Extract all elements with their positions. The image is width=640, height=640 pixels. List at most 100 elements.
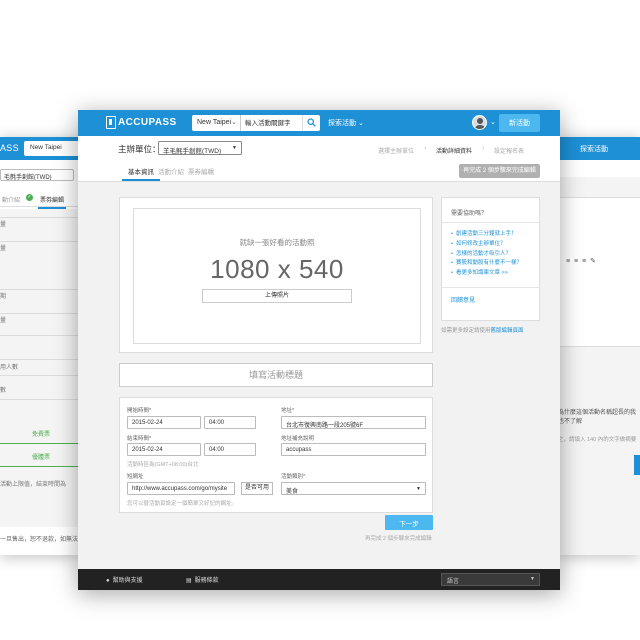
help-card: 需要協助嗎？ 創建活動三分鐘就上手！ 如何修改主辦單位？ 怎樣的活動才吸引人？ … bbox=[441, 197, 540, 321]
divider bbox=[0, 217, 82, 218]
divider bbox=[0, 359, 82, 360]
next-step-hint: 再完成 2 個步驟來完成編輯 bbox=[365, 536, 432, 542]
bg-left-discount-ticket-button[interactable]: 優體票 bbox=[0, 452, 82, 464]
footer: ● 幫助與支援 ▤ 服務條款 語言 ▼ bbox=[78, 569, 560, 590]
document-icon: ▤ bbox=[186, 578, 192, 584]
bg-left-free-ticket-button[interactable]: 免費票 bbox=[0, 429, 82, 441]
help-link[interactable]: 看更多知識庫文章 >> bbox=[451, 269, 522, 279]
bg-left-label: 期 bbox=[0, 294, 7, 300]
chevron-down-icon[interactable]: ⌄ bbox=[490, 118, 496, 126]
avatar[interactable] bbox=[472, 115, 487, 130]
short-url-input[interactable]: http://www.accupass.com/go/mysite bbox=[127, 482, 235, 495]
upload-photo-button[interactable]: 上傳照片 bbox=[202, 289, 352, 303]
caret-down-icon: ▼ bbox=[530, 576, 535, 582]
divider bbox=[0, 313, 82, 314]
help-link[interactable]: 創建活動三分鐘就上手！ bbox=[451, 230, 522, 240]
bg-left-city-select[interactable]: New Taipei bbox=[24, 141, 82, 156]
bg-left-body: 量 量 期 量 用人數 數 免費票 優體票 活動上限值，結束時間為 bbox=[0, 209, 82, 527]
explore-menu-label: 探索活動 bbox=[328, 120, 356, 127]
step-registration-form: 設定報名表 bbox=[494, 149, 525, 155]
background-window-right: 探索活動 ≡ ≡ ≡ ✎ 為什麼這個活動名稱超長的我也不了解 之，請填入 140… bbox=[558, 137, 640, 555]
tab-basic-info[interactable]: 基本資訊 bbox=[122, 166, 160, 181]
help-link[interactable]: 賽股和動股有什麼不一樣？ bbox=[451, 259, 522, 269]
next-step-button[interactable]: 下一步 bbox=[385, 515, 433, 530]
language-select[interactable]: 語言 ▼ bbox=[441, 573, 540, 586]
bg-left-logo: ASS bbox=[0, 143, 19, 153]
bg-left-tab-tickets[interactable]: 票券編輯 bbox=[37, 195, 67, 209]
start-time-input[interactable]: 04:00 bbox=[204, 416, 256, 429]
legacy-editor-note: 如需更多設定請使用舊版編輯頁面 bbox=[441, 326, 524, 334]
help-link[interactable]: 如何修改主辦單位？ bbox=[451, 240, 522, 250]
feedback-link[interactable]: 回饋意見 bbox=[451, 295, 475, 304]
step-event-details: 活動詳細資料 bbox=[436, 149, 473, 155]
form-content: 就缺一張好看的活動照 1080 x 540 上傳照片 填寫活動標題 開始時間* … bbox=[78, 182, 560, 569]
chevron-down-icon: ⌄ bbox=[357, 120, 364, 127]
step-select-organizer: 選擇主辦單位 bbox=[378, 149, 415, 155]
tab-event-intro[interactable]: 活動介紹 bbox=[158, 166, 184, 176]
bg-left-label: 數 bbox=[0, 388, 7, 394]
address-note-input[interactable]: accupass bbox=[281, 443, 426, 456]
legacy-editor-link[interactable]: 舊版編輯頁面 bbox=[491, 328, 524, 334]
terms-link[interactable]: ▤ 服務條款 bbox=[186, 575, 219, 584]
event-details-form: 開始時間* 2015-02-24 04:00 結束時間* 2015-02-24 … bbox=[119, 397, 433, 513]
accupass-logo-icon bbox=[106, 116, 116, 129]
accupass-logo[interactable]: ACCUPASS bbox=[118, 117, 177, 128]
bg-right-editor-toolbar[interactable]: ≡ ≡ ≡ ✎ bbox=[566, 257, 597, 265]
support-link[interactable]: ● 幫助與支援 bbox=[106, 575, 143, 584]
bg-left-tab-intro[interactable]: 動介紹 bbox=[2, 195, 20, 204]
screenshot-stage: ASS New Taipei 毛氈手創館(TWD) 動介紹 票券編輯 ✓ 量 量… bbox=[0, 0, 640, 640]
end-date-input[interactable]: 2015-02-24 bbox=[127, 443, 201, 456]
chevron-right-icon: › bbox=[424, 145, 427, 152]
background-window-left: ASS New Taipei 毛氈手創館(TWD) 動介紹 票券編輯 ✓ 量 量… bbox=[0, 137, 82, 555]
divider bbox=[442, 222, 539, 223]
check-icon: ✓ bbox=[26, 194, 33, 201]
check-availability-button[interactable]: 是否可用 bbox=[241, 482, 273, 495]
divider bbox=[442, 287, 539, 288]
bg-left-org-select[interactable]: 毛氈手創館(TWD) bbox=[0, 169, 74, 181]
search-button[interactable] bbox=[302, 115, 320, 131]
help-circle-icon: ● bbox=[106, 578, 110, 584]
city-select-value: New Taipei bbox=[197, 119, 232, 126]
category-select[interactable]: 美食 ▼ bbox=[281, 482, 426, 495]
top-navbar: ACCUPASS New Taipei ⌄ 探索活動 ⌄ ⌄ 新活動 bbox=[78, 110, 560, 136]
divider bbox=[0, 289, 82, 290]
remaining-steps-button[interactable]: 再完成 2 個步驟來完成編輯 bbox=[459, 164, 540, 178]
explore-menu[interactable]: 探索活動 ⌄ bbox=[328, 118, 364, 128]
short-url-hint: 您可以替活動頁設定一個簡單又好記的網址。 bbox=[127, 501, 238, 507]
timezone-hint: 活動時區為(GMT+08:00)台北 bbox=[127, 462, 199, 468]
bg-left-label: 量 bbox=[0, 318, 7, 324]
city-select[interactable]: New Taipei ⌄ bbox=[192, 115, 240, 131]
bg-right-note: 為什麼這個活動名稱超長的我也不了解 bbox=[558, 410, 637, 425]
bg-right-explore[interactable]: 探索活動 bbox=[580, 144, 608, 154]
address-note-label: 地址補充說明 bbox=[281, 436, 315, 442]
image-upload-card: 就缺一張好看的活動照 1080 x 540 上傳照片 bbox=[119, 197, 433, 353]
search-icon bbox=[307, 118, 316, 127]
legacy-editor-text: 如需更多設定請使用 bbox=[441, 328, 491, 334]
divider bbox=[0, 399, 82, 400]
bg-right-hint: 之，請填入 140 內的文字做摘要 bbox=[558, 437, 637, 443]
bg-right-button-edge[interactable] bbox=[634, 455, 640, 475]
language-select-value: 語言 bbox=[447, 579, 460, 585]
terms-link-label: 服務條款 bbox=[194, 578, 219, 584]
help-link[interactable]: 怎樣的活動才吸引人？ bbox=[451, 250, 522, 260]
organizer-select-value: 羊毛氈手創館(TWD) bbox=[163, 148, 222, 155]
event-title-input[interactable]: 填寫活動標題 bbox=[119, 363, 433, 387]
category-select-value: 美食 bbox=[286, 489, 299, 495]
main-window: ACCUPASS New Taipei ⌄ 探索活動 ⌄ ⌄ 新活動 主辦單位：… bbox=[78, 110, 560, 590]
divider bbox=[0, 466, 82, 467]
chevron-down-icon: ⌄ bbox=[231, 119, 237, 126]
search-input[interactable] bbox=[240, 115, 302, 131]
short-url-label: 短網址 bbox=[127, 474, 144, 480]
address-input[interactable]: 台北市復興南路一段205號6F bbox=[281, 416, 426, 429]
start-date-input[interactable]: 2015-02-24 bbox=[127, 416, 201, 429]
organizer-select[interactable]: 羊毛氈手創館(TWD) ▼ bbox=[158, 141, 242, 155]
divider bbox=[0, 443, 82, 444]
help-links: 創建活動三分鐘就上手！ 如何修改主辦單位？ 怎樣的活動才吸引人？ 賽股和動股有什… bbox=[451, 230, 522, 279]
divider bbox=[0, 241, 82, 242]
category-label: 活動類別* bbox=[281, 474, 306, 480]
new-event-button[interactable]: 新活動 bbox=[499, 114, 540, 132]
tab-ticket-edit[interactable]: 票券編輯 bbox=[188, 166, 214, 176]
end-time-input[interactable]: 04:00 bbox=[204, 443, 256, 456]
image-size-label: 1080 x 540 bbox=[210, 254, 344, 284]
bg-left-label: 量 bbox=[0, 246, 7, 252]
